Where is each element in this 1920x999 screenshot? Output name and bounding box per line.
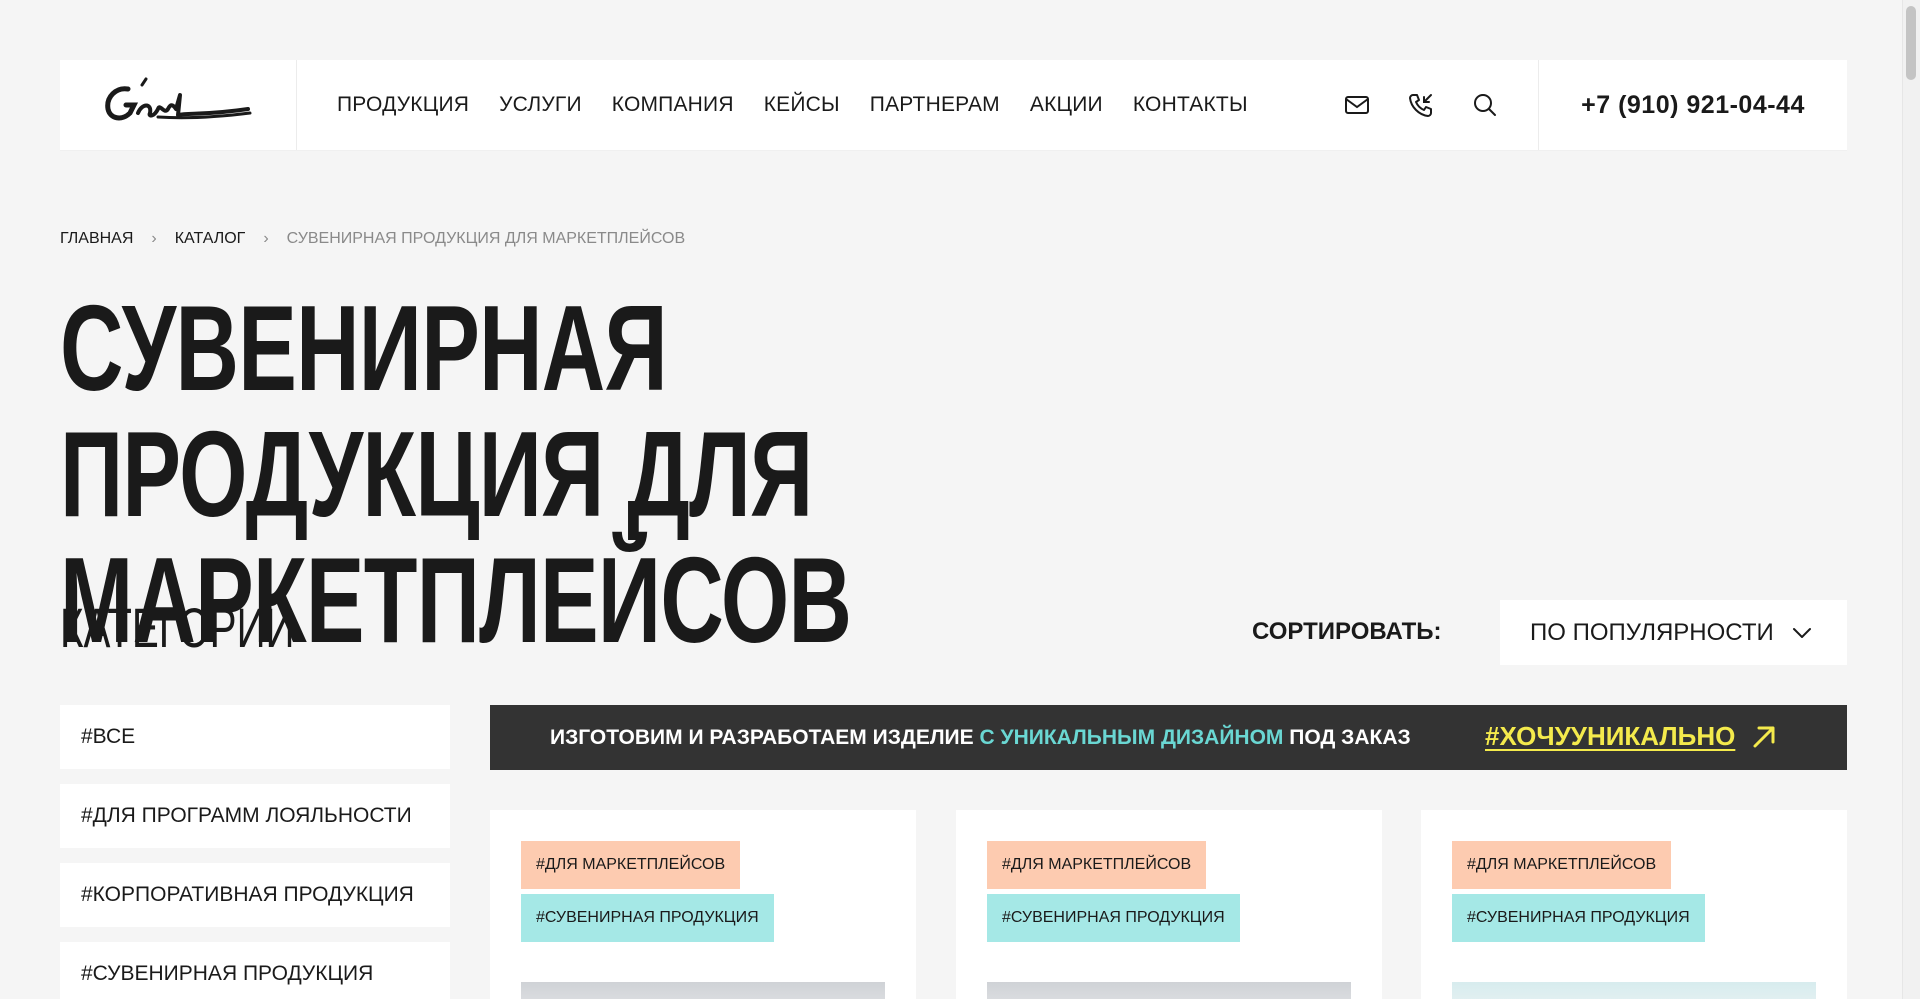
- banner-text-accent: С УНИКАЛЬНЫМ ДИЗАЙНОМ: [979, 725, 1284, 749]
- phone-callback-icon: [1409, 94, 1432, 117]
- category-item-all[interactable]: #ВСЕ: [60, 705, 450, 769]
- product-tag[interactable]: #СУВЕНИРНАЯ ПРОДУКЦИЯ: [521, 894, 774, 942]
- sort-dropdown[interactable]: ПО ПОПУЛЯРНОСТИ: [1500, 600, 1847, 665]
- nav-item-products[interactable]: ПРОДУКЦИЯ: [337, 93, 469, 117]
- product-card[interactable]: #ДЛЯ МАРКЕТПЛЕЙСОВ #СУВЕНИРНАЯ ПРОДУКЦИЯ: [490, 810, 916, 999]
- nav-item-cases[interactable]: КЕЙСЫ: [764, 93, 840, 117]
- page: ПРОДУКЦИЯ УСЛУГИ КОМПАНИЯ КЕЙСЫ ПАРТНЕРА…: [0, 0, 1920, 999]
- chevron-right-icon: ›: [151, 230, 157, 247]
- sort-label: СОРТИРОВАТЬ:: [1252, 618, 1442, 645]
- banner-link[interactable]: #ХОЧУУНИКАЛЬНО: [1485, 721, 1735, 752]
- header-actions: [1340, 88, 1538, 122]
- logo-icon: [105, 77, 252, 121]
- page-title-line1: СУВЕНИРНАЯ ПРОДУКЦИЯ ДЛЯ: [60, 280, 813, 542]
- page-scrollbar[interactable]: [1902, 0, 1920, 999]
- product-card[interactable]: #ДЛЯ МАРКЕТПЛЕЙСОВ #СУВЕНИРНАЯ ПРОДУКЦИЯ: [1421, 810, 1847, 999]
- category-item-corporate[interactable]: #КОРПОРАТИВНАЯ ПРОДУКЦИЯ: [60, 863, 450, 927]
- product-image[interactable]: [1452, 982, 1816, 999]
- product-image[interactable]: [521, 982, 885, 999]
- phone-link[interactable]: +7 (910) 921-04-44: [1538, 60, 1847, 150]
- breadcrumb: ГЛАВНАЯ › КАТАЛОГ › СУВЕНИРНАЯ ПРОДУКЦИЯ…: [60, 230, 685, 248]
- categories-heading: КАТЕГОРИИ: [60, 596, 295, 659]
- site-header: ПРОДУКЦИЯ УСЛУГИ КОМПАНИЯ КЕЙСЫ ПАРТНЕРА…: [60, 60, 1847, 150]
- product-tag[interactable]: #СУВЕНИРНАЯ ПРОДУКЦИЯ: [1452, 894, 1705, 942]
- mail-button[interactable]: [1340, 88, 1374, 122]
- category-item-loyalty[interactable]: #ДЛЯ ПРОГРАММ ЛОЯЛЬНОСТИ: [60, 784, 450, 848]
- nav-item-company[interactable]: КОМПАНИЯ: [612, 93, 734, 117]
- nav-item-contacts[interactable]: КОНТАКТЫ: [1133, 93, 1248, 117]
- product-tag[interactable]: #ДЛЯ МАРКЕТПЛЕЙСОВ: [987, 841, 1207, 889]
- breadcrumb-home[interactable]: ГЛАВНАЯ: [60, 230, 133, 248]
- main-nav: ПРОДУКЦИЯ УСЛУГИ КОМПАНИЯ КЕЙСЫ ПАРТНЕРА…: [297, 93, 1340, 117]
- scrollbar-thumb[interactable]: [1906, 6, 1916, 80]
- product-image[interactable]: [987, 982, 1351, 999]
- product-tag[interactable]: #СУВЕНИРНАЯ ПРОДУКЦИЯ: [987, 894, 1240, 942]
- breadcrumb-catalog[interactable]: КАТАЛОГ: [175, 230, 246, 248]
- product-tag[interactable]: #ДЛЯ МАРКЕТПЛЕЙСОВ: [1452, 841, 1672, 889]
- product-card[interactable]: #ДЛЯ МАРКЕТПЛЕЙСОВ #СУВЕНИРНАЯ ПРОДУКЦИЯ: [956, 810, 1382, 999]
- chevron-down-icon: [1793, 628, 1811, 638]
- chevron-right-icon: ›: [263, 230, 269, 247]
- mail-icon: [1345, 96, 1369, 114]
- arrow-up-right-icon[interactable]: [1750, 723, 1778, 751]
- callback-button[interactable]: [1404, 88, 1438, 122]
- product-tag[interactable]: #ДЛЯ МАРКЕТПЛЕЙСОВ: [521, 841, 741, 889]
- nav-item-services[interactable]: УСЛУГИ: [499, 93, 582, 117]
- custom-design-banner: ИЗГОТОВИМ И РАЗРАБОТАЕМ ИЗДЕЛИЕ С УНИКАЛ…: [490, 705, 1847, 770]
- category-item-souvenir[interactable]: #СУВЕНИРНАЯ ПРОДУКЦИЯ: [60, 942, 450, 999]
- banner-text: ИЗГОТОВИМ И РАЗРАБОТАЕМ ИЗДЕЛИЕ С УНИКАЛ…: [550, 725, 1411, 749]
- breadcrumb-current: СУВЕНИРНАЯ ПРОДУКЦИЯ ДЛЯ МАРКЕТПЛЕЙСОВ: [286, 230, 686, 247]
- sort-selected-value: ПО ПОПУЛЯРНОСТИ: [1530, 618, 1774, 646]
- search-button[interactable]: [1468, 88, 1502, 122]
- nav-item-promotions[interactable]: АКЦИИ: [1030, 93, 1103, 117]
- search-icon: [1474, 94, 1496, 116]
- nav-item-partners[interactable]: ПАРТНЕРАМ: [870, 93, 1000, 117]
- logo-link[interactable]: [60, 60, 297, 150]
